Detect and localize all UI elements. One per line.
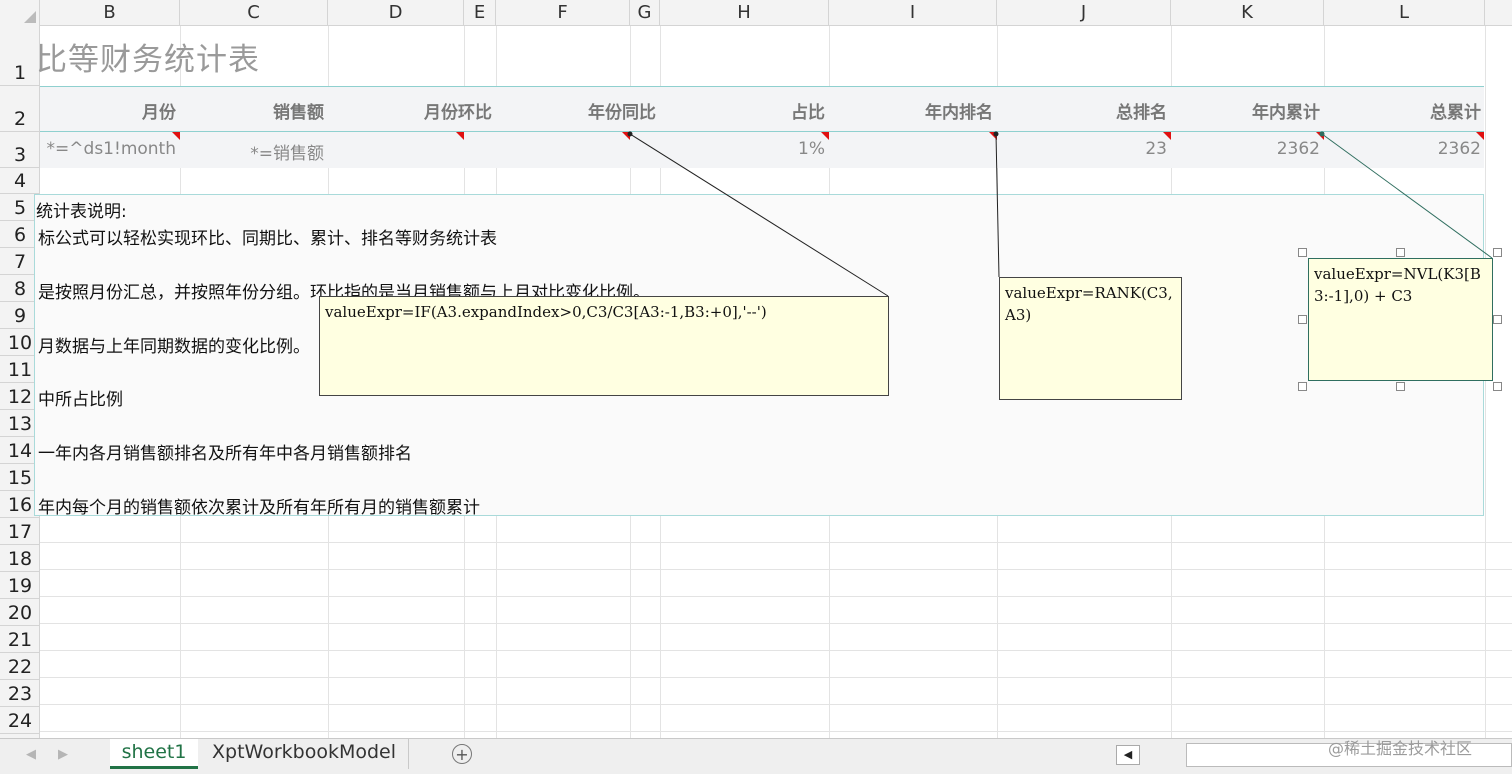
row-header[interactable]: 17 xyxy=(0,518,40,545)
column-header-g[interactable]: G xyxy=(630,0,660,26)
header-cell-mom[interactable]: 月份环比 xyxy=(328,98,492,123)
resize-handle[interactable] xyxy=(1396,382,1405,391)
watermark: @稀土掘金技术社区 xyxy=(1328,739,1473,758)
header-cell-rank-total[interactable]: 总排名 xyxy=(997,98,1167,123)
comment-marker-icon[interactable] xyxy=(1316,132,1324,140)
row-header[interactable]: 3 xyxy=(0,132,40,168)
comment-marker-icon[interactable] xyxy=(456,132,464,140)
cell-l3[interactable]: 2362 xyxy=(1324,139,1481,159)
column-header-h[interactable]: H xyxy=(660,0,829,26)
cell-h3[interactable]: 1% xyxy=(660,139,825,159)
sheet-tab[interactable]: XptWorkbookModel xyxy=(200,739,409,769)
grid-line xyxy=(40,623,1512,624)
comment-marker-icon[interactable] xyxy=(172,132,180,140)
comment-box-cum[interactable]: valueExpr=NVL(K3[B3:-1],0) + C3 xyxy=(1308,258,1493,381)
resize-handle[interactable] xyxy=(1493,382,1502,391)
grid-line xyxy=(40,704,1512,705)
comment-marker-icon[interactable] xyxy=(989,132,997,140)
note-line: 中所占比例 xyxy=(38,390,123,410)
sheet-nav-prev-icon[interactable]: ◀ xyxy=(26,747,36,762)
header-cell-cum-total[interactable]: 总累计 xyxy=(1324,98,1481,123)
resize-handle[interactable] xyxy=(1298,382,1307,391)
resize-handle[interactable] xyxy=(1493,248,1502,257)
select-all-corner[interactable] xyxy=(0,0,40,26)
comment-marker-icon[interactable] xyxy=(1163,132,1171,140)
grid-line xyxy=(40,596,1512,597)
comment-box-yoy[interactable]: valueExpr=IF(A3.expandIndex>0,C3/C3[A3:-… xyxy=(319,296,889,396)
column-header-i[interactable]: I xyxy=(829,0,997,26)
grid-line xyxy=(1485,26,1486,738)
note-line: 月数据与上年同期数据的变化比例。 xyxy=(38,337,310,357)
scroll-left-icon[interactable]: ◀ xyxy=(1116,745,1140,765)
comment-marker-icon[interactable] xyxy=(622,132,630,140)
column-header-l[interactable]: L xyxy=(1324,0,1485,26)
note-line: 年内每个月的销售额依次累计及所有年所有月的销售额累计 xyxy=(38,498,480,518)
header-cell-rank-year[interactable]: 年内排名 xyxy=(829,98,993,123)
column-header-d[interactable]: D xyxy=(328,0,464,26)
sheet-title[interactable]: 比等财务统计表 xyxy=(36,34,260,79)
cell-c3[interactable]: *=销售额 xyxy=(180,139,324,164)
cell-j3[interactable]: 23 xyxy=(997,139,1167,159)
add-sheet-icon[interactable]: + xyxy=(452,744,472,764)
column-header-k[interactable]: K xyxy=(1171,0,1324,26)
header-cell-month[interactable]: 月份 xyxy=(40,98,176,123)
row-header[interactable]: 20 xyxy=(0,599,40,626)
grid-line xyxy=(40,542,1512,543)
grid-line xyxy=(40,650,1512,651)
row-header[interactable]: 2 xyxy=(0,86,40,132)
header-cell-cum-year[interactable]: 年内累计 xyxy=(1171,98,1320,123)
header-cell-yoy[interactable]: 年份同比 xyxy=(496,98,656,123)
grid-line xyxy=(40,677,1512,678)
cell-k3[interactable]: 2362 xyxy=(1171,139,1320,159)
sheet-tab-active[interactable]: sheet1 xyxy=(110,739,198,769)
comment-box-rank[interactable]: valueExpr=RANK(C3,A3) xyxy=(999,277,1182,400)
comment-marker-icon[interactable] xyxy=(821,132,829,140)
note-line: 一年内各月销售额排名及所有年中各月销售额排名 xyxy=(38,444,412,464)
row-header[interactable]: 4 xyxy=(0,168,40,194)
comment-marker-icon[interactable] xyxy=(1476,132,1484,140)
column-header-c[interactable]: C xyxy=(180,0,328,26)
note-line: 统计表说明: xyxy=(36,202,127,222)
row-header[interactable]: 18 xyxy=(0,545,40,572)
header-cell-ratio[interactable]: 占比 xyxy=(660,98,825,123)
row-header[interactable]: 19 xyxy=(0,572,40,599)
sheet-tab-bar: ◀ ▶ sheet1 XptWorkbookModel + ◀ @稀土掘金技术社… xyxy=(0,738,1512,774)
resize-handle[interactable] xyxy=(1298,248,1307,257)
grid-line xyxy=(40,731,1512,732)
column-header-e[interactable]: E xyxy=(464,0,496,26)
grid-line xyxy=(40,569,1512,570)
sheet-nav-next-icon[interactable]: ▶ xyxy=(58,747,68,762)
row-header[interactable]: 24 xyxy=(0,707,40,734)
select-all-icon xyxy=(24,11,36,23)
header-cell-sales[interactable]: 销售额 xyxy=(180,98,324,123)
row-header[interactable]: 1 xyxy=(0,26,40,86)
cell-b3[interactable]: *=^ds1!month xyxy=(40,139,176,159)
column-header-f[interactable]: F xyxy=(496,0,630,26)
column-header-j[interactable]: J xyxy=(997,0,1171,26)
resize-handle[interactable] xyxy=(1396,248,1405,257)
column-header-b[interactable]: B xyxy=(40,0,180,26)
note-line: 标公式可以轻松实现环比、同期比、累计、排名等财务统计表 xyxy=(38,229,497,249)
column-header-bar: B C D E F G H I J K L xyxy=(0,0,1512,26)
row-header[interactable]: 22 xyxy=(0,653,40,680)
resize-handle[interactable] xyxy=(1298,315,1307,324)
resize-handle[interactable] xyxy=(1493,315,1502,324)
row-header[interactable]: 23 xyxy=(0,680,40,707)
row-header[interactable]: 21 xyxy=(0,626,40,653)
